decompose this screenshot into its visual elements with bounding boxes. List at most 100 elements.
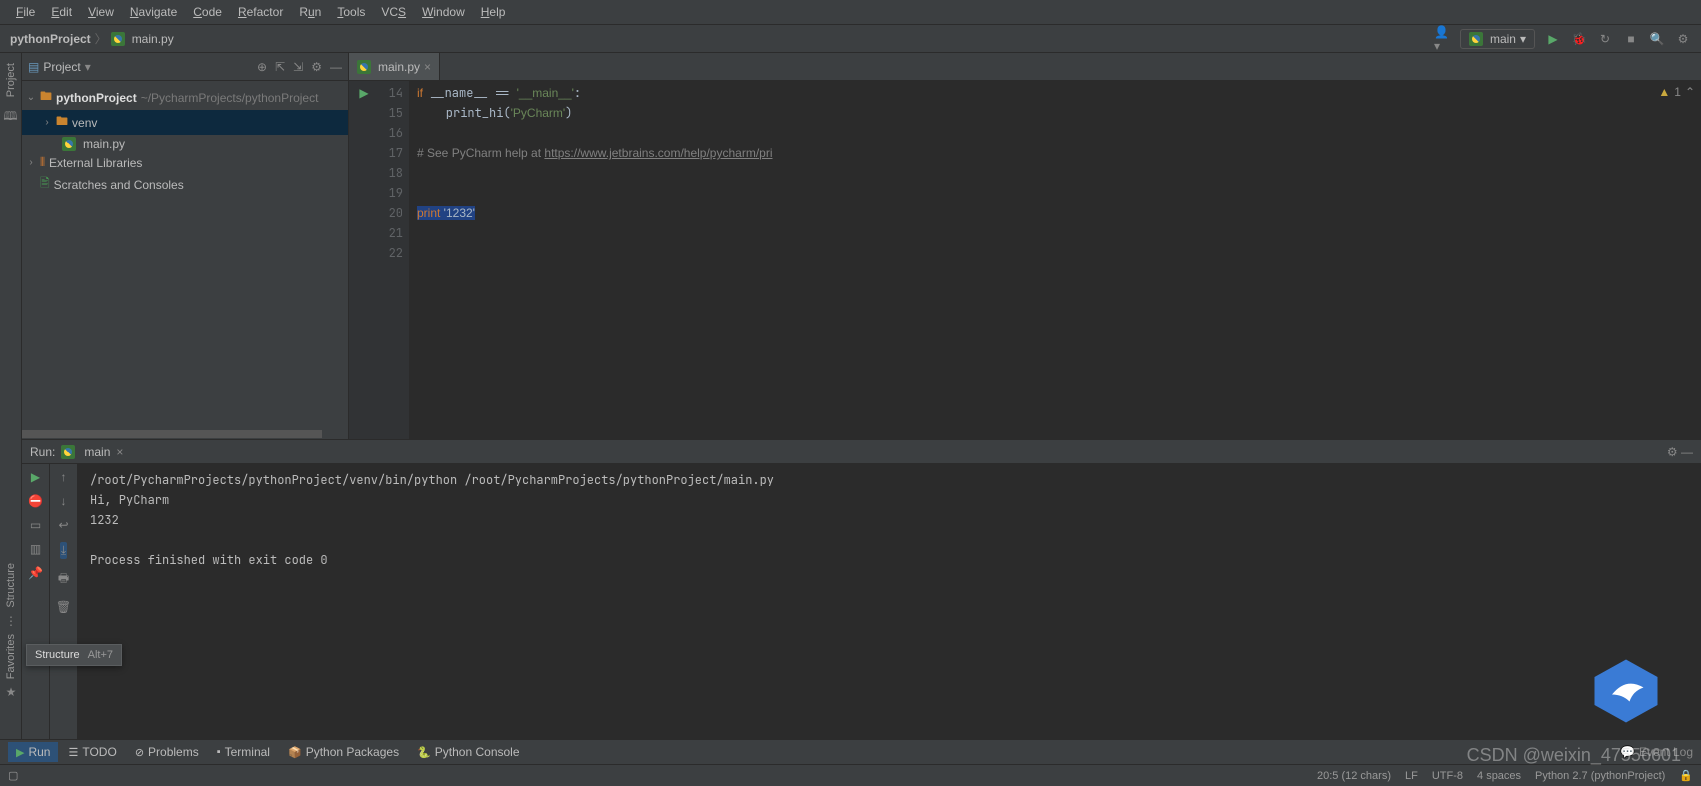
rerun-icon[interactable]: ▶ <box>31 470 40 484</box>
editor-inspections-widget[interactable]: ▲ 1 ⌃ <box>1658 85 1695 99</box>
run-line-marker-icon[interactable]: ▶ <box>349 83 379 103</box>
python-file-icon <box>111 32 125 46</box>
tree-scratches[interactable]: 🖹 Scratches and Consoles <box>22 172 348 197</box>
editor-line-numbers: 14 15 16 17 18 19 20 21 22 <box>379 81 409 439</box>
soft-wrap-icon[interactable]: ↩ <box>58 518 68 532</box>
scroll-to-end-icon[interactable]: ⤓ <box>60 542 67 559</box>
menu-vcs[interactable]: VCS <box>373 2 414 22</box>
project-panel-header: ▤ Project ▾ ⊕ ⇱ ⇲ ⚙ — <box>22 53 348 81</box>
bottom-tab-problems[interactable]: ⊘Problems <box>127 742 207 762</box>
library-icon: ⫴ <box>40 155 45 170</box>
bottom-tool-stripe: ▶Run ☰TODO ⊘Problems ▪Terminal 📦Python P… <box>0 739 1701 764</box>
breadcrumb-sep: 〉 <box>95 30 107 47</box>
structure-icon[interactable]: ⋮ <box>5 614 17 628</box>
run-toolbar-primary: ▶ ⛔ ▭ ▥ 📌 <box>22 464 50 739</box>
run-output[interactable]: /root/PycharmProjects/pythonProject/venv… <box>78 464 1701 739</box>
status-tool-window-icon[interactable]: ▢ <box>8 769 18 782</box>
favorites-tool-button[interactable]: Favorites <box>5 630 17 683</box>
list-icon: ☰ <box>68 746 78 759</box>
chevron-down-icon[interactable]: ▾ <box>85 60 91 74</box>
status-encoding[interactable]: UTF-8 <box>1432 770 1463 782</box>
menu-run[interactable]: Run <box>291 2 329 22</box>
chevron-right-icon: › <box>42 117 52 128</box>
print-icon[interactable]: 🖶 <box>58 569 69 590</box>
run-label: Run: <box>30 445 55 459</box>
bottom-tab-python-packages[interactable]: 📦Python Packages <box>280 742 407 762</box>
pin-icon[interactable]: 📌 <box>28 566 43 580</box>
project-scrollbar[interactable] <box>22 429 348 439</box>
status-line-sep[interactable]: LF <box>1405 770 1418 782</box>
warning-count: 1 <box>1674 85 1681 99</box>
settings-icon[interactable]: ⚙ <box>1675 31 1691 47</box>
bottom-tab-run[interactable]: ▶Run <box>8 742 58 762</box>
code-area[interactable]: if __name__ == '__main__': print_hi('PyC… <box>409 81 1701 439</box>
gear-icon[interactable]: ⚙ <box>311 60 322 74</box>
editor-tab-label: main.py <box>378 60 420 74</box>
bottom-tab-todo[interactable]: ☰TODO <box>60 742 124 762</box>
menu-tools[interactable]: Tools <box>329 2 373 22</box>
chevron-up-icon: ⌃ <box>1685 85 1695 99</box>
structure-tool-button[interactable]: Structure <box>5 559 17 612</box>
event-log-button[interactable]: 💬 Event Log <box>1620 745 1693 759</box>
tree-venv[interactable]: › 🖿 venv <box>22 110 348 135</box>
menu-help[interactable]: Help <box>473 2 514 22</box>
gear-icon[interactable]: ⚙ <box>1667 445 1678 459</box>
debug-button[interactable]: 🐞 <box>1571 31 1587 47</box>
collapse-all-icon[interactable]: ⇲ <box>293 60 303 74</box>
bookmarks-icon[interactable]: 🕮 <box>3 107 17 128</box>
scratches-icon: 🖹 <box>40 174 50 195</box>
tooltip-label: Structure <box>35 649 80 661</box>
bottom-tab-python-console[interactable]: 🐍Python Console <box>409 742 527 762</box>
layout-icon[interactable]: ▭ <box>30 518 41 532</box>
run-button[interactable]: ▶ <box>1545 31 1561 47</box>
folder-icon: 🖿 <box>56 112 68 133</box>
add-user-icon[interactable]: 👤▾ <box>1434 31 1450 47</box>
stop-button[interactable]: ■ <box>1623 31 1639 47</box>
menu-code[interactable]: Code <box>185 2 230 22</box>
down-icon[interactable]: ↓ <box>61 494 67 508</box>
stop-icon[interactable]: ⛔ <box>28 494 43 508</box>
menu-window[interactable]: Window <box>414 2 473 22</box>
status-caret-pos[interactable]: 20:5 (12 chars) <box>1317 770 1391 782</box>
locate-icon[interactable]: ⊕ <box>257 60 267 74</box>
project-panel-title[interactable]: Project <box>43 60 80 74</box>
menu-file[interactable]: File <box>8 2 43 22</box>
main-menu-bar: File Edit View Navigate Code Refactor Ru… <box>0 0 1701 25</box>
tree-file-main[interactable]: main.py <box>22 135 348 153</box>
close-icon[interactable]: × <box>116 445 123 459</box>
lock-icon[interactable]: 🔒 <box>1679 769 1693 782</box>
editor-tab-main[interactable]: main.py × <box>349 53 440 80</box>
tree-external-libs[interactable]: › ⫴ External Libraries <box>22 153 348 172</box>
hide-panel-icon[interactable]: — <box>1681 445 1693 459</box>
bottom-tab-terminal[interactable]: ▪Terminal <box>209 742 278 762</box>
menu-navigate[interactable]: Navigate <box>122 2 185 22</box>
star-icon[interactable]: ★ <box>6 685 17 699</box>
run-target[interactable]: main <box>84 445 110 459</box>
coverage-button[interactable]: ↻ <box>1597 31 1613 47</box>
breadcrumb-root[interactable]: pythonProject <box>10 32 91 46</box>
python-file-icon <box>61 445 75 459</box>
editor-body[interactable]: ▶ 14 15 16 17 18 19 20 21 22 if __name__… <box>349 81 1701 439</box>
tree-root[interactable]: ⌄ 🖿 pythonProject ~/PycharmProjects/pyth… <box>22 85 348 110</box>
status-interpreter[interactable]: Python 2.7 (pythonProject) <box>1535 770 1665 782</box>
editor-area: main.py × ▶ 14 15 16 17 18 19 20 21 22 i… <box>349 53 1701 439</box>
project-tool-button[interactable]: Project <box>5 59 17 101</box>
run-config-selector[interactable]: main ▾ <box>1460 29 1535 49</box>
breadcrumb-file[interactable]: main.py <box>132 32 174 46</box>
hide-panel-icon[interactable]: — <box>330 60 342 74</box>
status-indent[interactable]: 4 spaces <box>1477 770 1521 782</box>
expand-all-icon[interactable]: ⇱ <box>275 60 285 74</box>
clear-icon[interactable]: 🗑 <box>56 600 71 614</box>
python-file-icon <box>357 60 371 74</box>
restore-layout-icon[interactable]: ▥ <box>30 542 41 556</box>
package-icon: 📦 <box>288 746 302 759</box>
menu-edit[interactable]: Edit <box>43 2 80 22</box>
menu-refactor[interactable]: Refactor <box>230 2 291 22</box>
run-toolbar-secondary: ↑ ↓ ↩ ⤓ 🖶 🗑 <box>50 464 78 739</box>
search-everywhere-icon[interactable]: 🔍 <box>1649 31 1665 47</box>
menu-view[interactable]: View <box>80 2 122 22</box>
chevron-right-icon: › <box>26 157 36 168</box>
event-log-icon: 💬 <box>1620 745 1635 759</box>
close-icon[interactable]: × <box>424 60 431 74</box>
up-icon[interactable]: ↑ <box>61 470 67 484</box>
